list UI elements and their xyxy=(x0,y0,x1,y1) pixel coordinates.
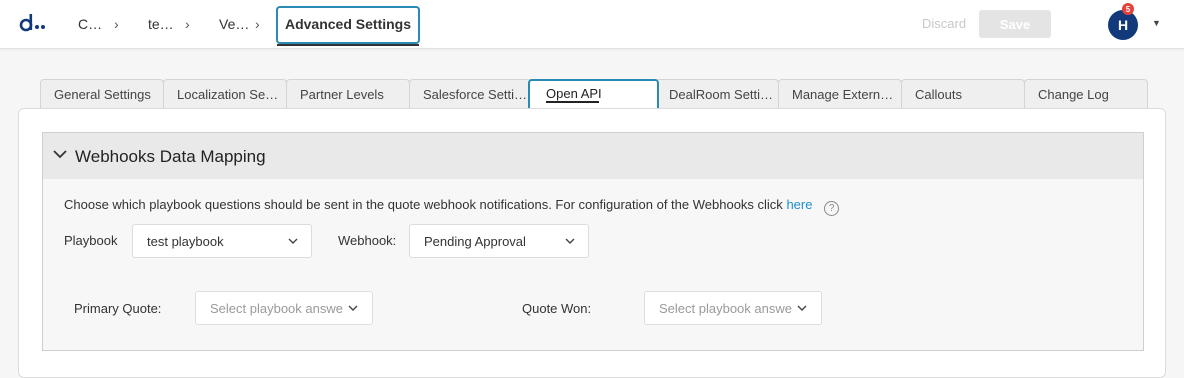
webhook-select[interactable]: Pending Approval xyxy=(409,224,589,258)
section-description: Choose which playbook questions should b… xyxy=(64,197,840,216)
breadcrumb-item-2[interactable]: te… xyxy=(148,16,174,32)
description-text: Choose which playbook questions should b… xyxy=(64,197,783,212)
chevron-down-icon xyxy=(288,238,298,244)
chevron-right-icon: › xyxy=(185,16,190,32)
webhook-select-value: Pending Approval xyxy=(424,234,526,249)
quote-won-placeholder: Select playbook answe xyxy=(659,301,792,316)
tab-active-underline xyxy=(546,101,599,103)
breadcrumb-item-3[interactable]: Ve… xyxy=(219,16,249,32)
chevron-down-icon[interactable] xyxy=(53,149,67,159)
tab-dealroom-settings[interactable]: DealRoom Setti… xyxy=(655,79,779,108)
playbook-select[interactable]: test playbook xyxy=(132,224,312,258)
chevron-right-icon: › xyxy=(114,16,119,32)
top-bar: C… › te… › Ve… › Advanced Settings Disca… xyxy=(0,0,1184,49)
discard-button[interactable]: Discard xyxy=(922,16,966,31)
chevron-right-icon: › xyxy=(255,16,260,32)
playbook-label: Playbook xyxy=(64,233,118,248)
tab-general-settings[interactable]: General Settings xyxy=(40,79,164,108)
breadcrumb-current: Advanced Settings xyxy=(276,6,420,44)
tab-change-log[interactable]: Change Log xyxy=(1024,79,1148,108)
chevron-down-icon xyxy=(797,305,807,311)
webhooks-config-link[interactable]: here xyxy=(786,197,812,212)
breadcrumb-current-underline xyxy=(277,44,419,46)
caret-down-icon[interactable]: ▼ xyxy=(1152,18,1161,28)
tab-open-api[interactable]: Open API xyxy=(528,79,659,111)
webhook-label: Webhook: xyxy=(338,233,397,248)
section-title: Webhooks Data Mapping xyxy=(75,147,266,166)
user-avatar[interactable]: H xyxy=(1108,10,1138,40)
tab-callouts[interactable]: Callouts xyxy=(901,79,1025,108)
primary-quote-placeholder: Select playbook answe xyxy=(210,301,343,316)
primary-quote-label: Primary Quote: xyxy=(74,301,162,316)
tab-localization-settings[interactable]: Localization Se… xyxy=(163,79,287,108)
save-button[interactable]: Save xyxy=(979,10,1051,38)
tab-manage-external[interactable]: Manage Extern… xyxy=(778,79,902,108)
notification-badge: 5 xyxy=(1122,3,1134,15)
quote-won-select[interactable]: Select playbook answe xyxy=(644,291,822,325)
tab-salesforce-settings[interactable]: Salesforce Setti… xyxy=(409,79,533,108)
chevron-down-icon xyxy=(565,238,575,244)
quote-won-label: Quote Won: xyxy=(522,301,592,316)
breadcrumb-item-1[interactable]: C… xyxy=(78,16,102,32)
tab-partner-levels[interactable]: Partner Levels xyxy=(286,79,410,108)
section-header[interactable]: Webhooks Data Mapping xyxy=(43,133,1143,179)
playbook-select-value: test playbook xyxy=(147,234,224,249)
chevron-down-icon xyxy=(348,305,358,311)
app-logo[interactable] xyxy=(18,11,50,35)
help-icon[interactable]: ? xyxy=(824,201,840,216)
primary-quote-select[interactable]: Select playbook answe xyxy=(195,291,373,325)
